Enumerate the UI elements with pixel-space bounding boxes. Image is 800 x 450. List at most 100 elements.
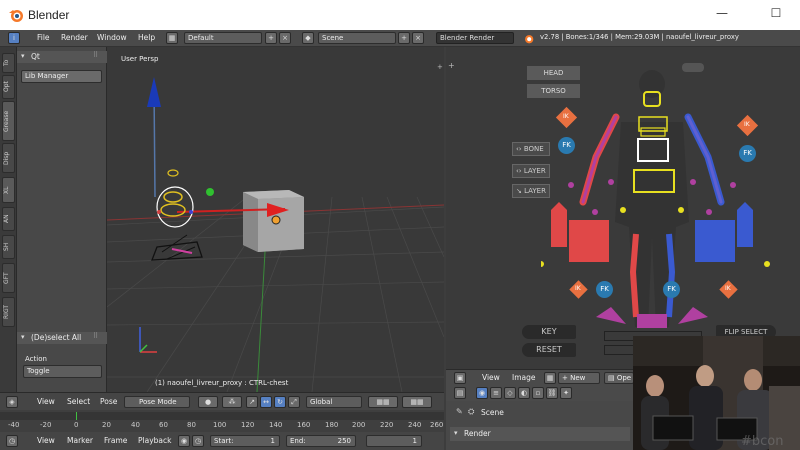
scene-tab-icon[interactable]: ◇ <box>504 387 516 399</box>
tab-sh[interactable]: SH <box>2 235 15 259</box>
menu-view[interactable]: View <box>37 436 55 445</box>
menu-render[interactable]: Render <box>61 33 88 42</box>
end-frame-field[interactable]: End: 250 <box>286 435 356 447</box>
image-editor-type-icon[interactable]: ▣ <box>454 372 466 384</box>
tab-xl[interactable]: XL <box>2 177 15 203</box>
menu-pose[interactable]: Pose <box>100 397 117 406</box>
3d-viewport[interactable]: User Persp + (1) naoufel_livreur_proxy :… <box>107 47 444 392</box>
layers-grid-1[interactable]: ▦▦ <box>368 396 398 408</box>
tab-display[interactable]: Disp <box>2 143 15 173</box>
maximize-button[interactable]: ☐ <box>766 6 786 24</box>
drag-handle-icon[interactable]: ⠿ <box>93 332 98 340</box>
minimize-button[interactable]: — <box>712 6 732 24</box>
fk-left-arm-button[interactable]: FK <box>558 137 575 154</box>
tab-tools[interactable]: To <box>2 53 15 73</box>
mode-select[interactable]: Pose Mode <box>124 396 190 408</box>
fk-left-leg-button[interactable]: FK <box>596 281 613 298</box>
translate-icon[interactable]: ↔ <box>260 396 272 408</box>
current-frame-field[interactable]: 1 <box>366 435 422 447</box>
menu-frame[interactable]: Frame <box>104 436 127 445</box>
timeline-type-icon[interactable]: ◷ <box>6 435 18 447</box>
cube-object[interactable] <box>243 190 304 252</box>
world-tab-icon[interactable]: ◐ <box>518 387 530 399</box>
keying-icon[interactable]: ◉ <box>178 435 190 447</box>
tick-label: 20 <box>102 421 111 429</box>
key-button[interactable]: KEY <box>522 325 576 339</box>
add-region-icon[interactable]: + <box>448 61 455 70</box>
info-editor-type-icon[interactable]: i <box>8 32 20 44</box>
shading-select-icon[interactable]: ● <box>198 396 218 408</box>
properties-type-icon[interactable]: ▤ <box>454 387 466 399</box>
menu-view[interactable]: View <box>482 373 500 382</box>
menu-select[interactable]: Select <box>67 397 90 406</box>
constraints-tab-icon[interactable]: ⛓ <box>546 387 558 399</box>
pin-icon[interactable]: ✎ <box>456 407 463 416</box>
operator-panel-header[interactable]: ▾ (De)select All ⠿ <box>17 332 107 344</box>
menu-playback[interactable]: Playback <box>138 436 171 445</box>
render-tab-icon[interactable]: ◉ <box>476 387 488 399</box>
screen-layout-icon[interactable]: ▦ <box>166 32 178 44</box>
menu-marker[interactable]: Marker <box>67 436 93 445</box>
operator-title: (De)select All <box>31 333 82 342</box>
layers-grid-2[interactable]: ▦▦ <box>402 396 432 408</box>
tab-rigt[interactable]: RIGT <box>2 297 15 327</box>
qt-panel-title: Qt <box>31 52 40 61</box>
screen-layout-field[interactable]: Default <box>184 32 262 44</box>
timeline[interactable]: -40 -20 0 20 40 60 80 100 120 140 160 18… <box>0 410 444 432</box>
orientation-select[interactable]: Global <box>306 396 362 408</box>
new-image-button[interactable]: + New <box>558 372 600 384</box>
tab-gft[interactable]: GFT <box>2 263 15 293</box>
collapse-arrow-icon: ▾ <box>21 333 25 341</box>
tab-options[interactable]: Opt <box>2 75 15 99</box>
reset-button[interactable]: RESET <box>522 343 576 357</box>
scale-icon[interactable]: ⤢ <box>288 396 300 408</box>
lib-manager-button[interactable]: Lib Manager <box>21 70 102 83</box>
action-select[interactable]: Toggle <box>23 365 102 378</box>
current-frame-marker[interactable] <box>76 412 77 420</box>
view-axes-gizmo <box>139 327 157 353</box>
add-scene-button[interactable]: + <box>398 32 410 44</box>
viewport-status: (1) naoufel_livreur_proxy : CTRL-chest <box>155 379 289 387</box>
menu-help[interactable]: Help <box>138 33 155 42</box>
start-frame-field[interactable]: Start: 1 <box>210 435 280 447</box>
blender-logo-icon <box>9 10 23 22</box>
3d-view-type-icon[interactable]: ◈ <box>6 396 18 408</box>
object-tab-icon[interactable]: ▫ <box>532 387 544 399</box>
preview-range-icon[interactable]: ◷ <box>192 435 204 447</box>
tick-label: 120 <box>241 421 255 429</box>
tick-label: 240 <box>408 421 422 429</box>
add-layout-button[interactable]: + <box>265 32 277 44</box>
menu-window[interactable]: Window <box>97 33 127 42</box>
rotate-icon[interactable]: ↻ <box>274 396 286 408</box>
fk-right-arm-button[interactable]: FK <box>739 145 756 162</box>
fk-right-leg-button[interactable]: FK <box>663 281 680 298</box>
ik-label: IK <box>563 113 569 120</box>
viewport-scene <box>107 77 444 392</box>
render-panel-header[interactable]: ▾ Render <box>450 427 630 441</box>
remove-layout-button[interactable]: × <box>279 32 291 44</box>
menu-image[interactable]: Image <box>512 373 536 382</box>
timeline-ruler: -40 -20 0 20 40 60 80 100 120 140 160 18… <box>0 421 444 431</box>
open-label: Ope <box>616 374 632 382</box>
render-engine-select[interactable]: Blender Render <box>436 32 514 44</box>
open-image-button[interactable]: ▤ Ope <box>604 372 634 384</box>
add-region-icon[interactable]: + <box>437 63 443 71</box>
layers-tab-icon[interactable]: ≡ <box>490 387 502 399</box>
qt-panel-header[interactable]: ▾ Qt ⠿ <box>17 51 107 63</box>
menu-file[interactable]: File <box>37 33 50 42</box>
bone-tab-icon[interactable]: ✦ <box>560 387 572 399</box>
drag-handle-icon[interactable]: ⠿ <box>93 51 98 59</box>
pivot-select-icon[interactable]: ⁂ <box>222 396 242 408</box>
scene-field[interactable]: Scene <box>318 32 396 44</box>
tab-an[interactable]: AN <box>2 207 15 231</box>
timeline-scrubber[interactable] <box>0 412 444 420</box>
scene-icon[interactable]: ◆ <box>302 32 314 44</box>
manipulator-toggle-icon[interactable]: ↗ <box>246 396 258 408</box>
tick-label: 260 <box>430 421 444 429</box>
browse-image-icon[interactable]: ▦ <box>544 372 556 384</box>
remove-scene-button[interactable]: × <box>412 32 424 44</box>
tick-label: -20 <box>40 421 52 429</box>
webcam-image <box>633 336 800 450</box>
tab-grease[interactable]: Grease <box>2 101 15 141</box>
menu-view[interactable]: View <box>37 397 55 406</box>
